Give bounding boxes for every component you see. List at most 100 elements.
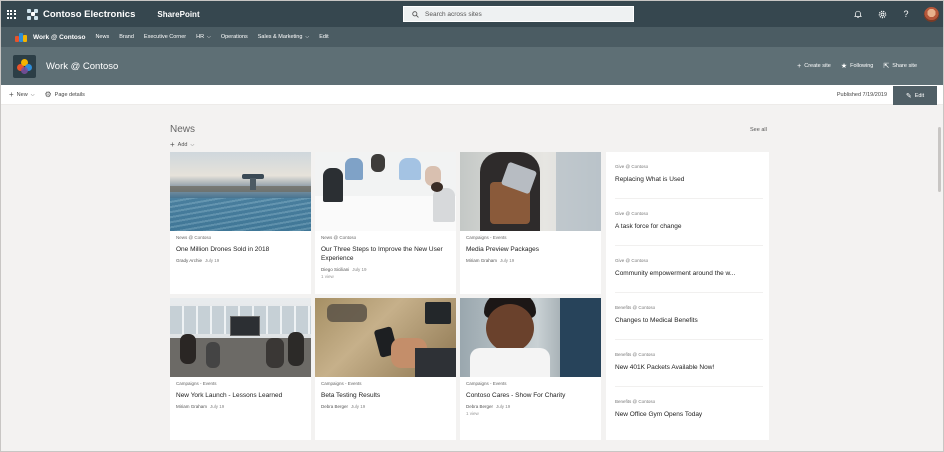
hub-nav-item-edit[interactable]: Edit (319, 34, 328, 40)
share-site-button[interactable]: ⇱ Share site (883, 62, 917, 70)
pencil-icon: ✎ (905, 92, 912, 100)
gear-icon[interactable] (870, 1, 894, 27)
bell-icon[interactable] (846, 1, 870, 27)
news-card[interactable]: Campaigns - Events Contoso Cares - Show … (460, 298, 601, 440)
hub-nav-item-hr[interactable]: HR ⌵ (196, 34, 211, 40)
news-card-image (315, 152, 456, 231)
hub-nav-label: Brand (119, 34, 134, 40)
share-site-label: Share site (892, 63, 917, 69)
side-news-item[interactable]: Give @ Contoso Community empowerment aro… (615, 258, 735, 277)
command-bar: + New ⌵ ⚙ Page details Published 7/19/2019 … (1, 85, 943, 105)
plus-icon: + (9, 90, 14, 99)
suite-bar: Contoso Electronics SharePoint Search ac… (1, 1, 943, 27)
news-card-byline: Debra Berger July 19 (321, 404, 450, 409)
news-card-title[interactable]: Media Preview Packages (466, 246, 595, 255)
hub-nav-label: HR (196, 34, 205, 40)
news-card-author: Diego Siciliani (321, 266, 350, 272)
divider (615, 198, 763, 199)
news-card[interactable]: Campaigns - Events Media Preview Package… (460, 152, 601, 294)
hub-nav-label: Operations (220, 34, 248, 40)
plus-icon: + (797, 62, 802, 70)
news-card-title[interactable]: Contoso Cares - Show For Charity (466, 392, 595, 401)
site-logo-icon[interactable] (13, 54, 36, 78)
side-news-category: Give @ Contoso (615, 258, 649, 263)
side-news-category: Benefits @ Contoso (615, 305, 656, 310)
side-news-item[interactable]: Give @ Contoso A task force for change (615, 211, 681, 230)
create-site-button[interactable]: + Create site (797, 63, 831, 70)
news-card-title[interactable]: One Million Drones Sold in 2018 (176, 246, 305, 255)
news-card[interactable]: Campaigns - Events Beta Testing Results … (315, 298, 456, 440)
hub-nav-item-news[interactable]: News (95, 34, 109, 40)
search-box[interactable]: Search across sites (403, 6, 634, 22)
news-card-title[interactable]: Beta Testing Results (321, 392, 450, 401)
page-content: News See all + Add ⌵ News @ Contoso One Mi… (1, 105, 943, 451)
chevron-down-icon: ⌵ (30, 91, 35, 98)
news-card-byline: Miriam Graham July 19 (176, 404, 305, 409)
following-label: Following (850, 63, 874, 69)
side-news-item[interactable]: Benefits @ Contoso New Office Gym Opens … (615, 399, 702, 418)
side-news-title[interactable]: Replacing What is Used (615, 176, 684, 183)
new-label: New (16, 91, 28, 98)
news-card[interactable]: Campaigns - Events New York Launch - Les… (170, 298, 311, 440)
hub-nav-label: Executive Corner (143, 34, 187, 40)
side-news-item[interactable]: Benefits @ Contoso Changes to Medical Be… (615, 305, 698, 324)
news-card-views: 1 view (466, 410, 479, 416)
side-news-item[interactable]: Give @ Contoso Replacing What is Used (615, 164, 684, 183)
news-card-author: Miriam Graham (466, 257, 498, 263)
news-card-byline: Miriam Graham July 19 (466, 258, 595, 263)
scrollbar-thumb[interactable] (938, 127, 941, 192)
chevron-down-icon: ⌵ (207, 34, 211, 40)
side-news-category: Give @ Contoso (615, 211, 649, 216)
news-card-category: News @ Contoso (321, 235, 357, 240)
news-card-category: Campaigns - Events (176, 381, 217, 386)
app-launcher-icon[interactable] (3, 1, 19, 27)
news-card-date: July 19 (500, 257, 515, 263)
news-side-list: Give @ Contoso Replacing What is Used Gi… (606, 152, 769, 440)
news-card-author: Miriam Graham (176, 403, 208, 409)
side-news-title[interactable]: New Office Gym Opens Today (615, 411, 702, 418)
news-card-title[interactable]: New York Launch - Lessons Learned (176, 392, 305, 401)
hub-nav-item-executive-corner[interactable]: Executive Corner (144, 34, 186, 40)
side-news-title[interactable]: Community empowerment around the w... (615, 270, 735, 277)
avatar[interactable] (924, 6, 939, 22)
star-icon: ★ (840, 63, 848, 70)
gear-icon: ⚙ (44, 90, 52, 99)
sharepoint-window: Contoso Electronics SharePoint Search ac… (0, 0, 944, 452)
search-placeholder: Search across sites (425, 10, 482, 18)
side-news-category: Benefits @ Contoso (615, 352, 656, 357)
hub-nav-item-operations[interactable]: Operations (221, 34, 248, 40)
news-card-date: July 19 (205, 257, 220, 263)
help-icon[interactable]: ? (894, 1, 918, 27)
news-card-category: Campaigns - Events (466, 235, 507, 240)
following-button[interactable]: ★ Following (841, 62, 874, 70)
see-all-link[interactable]: See all (750, 127, 767, 133)
page-details-button[interactable]: ⚙ Page details (44, 90, 84, 99)
news-card-author: Debra Berger (466, 403, 494, 409)
divider (615, 245, 763, 246)
news-card-byline: Debra Berger July 19 (466, 404, 595, 409)
hub-nav-item-sales-marketing[interactable]: Sales & Marketing ⌵ (258, 34, 309, 40)
hub-title[interactable]: Work @ Contoso (33, 34, 85, 41)
org-name[interactable]: Contoso Electronics (43, 9, 135, 20)
news-card-image (460, 152, 601, 231)
side-news-title[interactable]: New 401K Packets Available Now! (615, 364, 714, 371)
side-news-title[interactable]: Changes to Medical Benefits (615, 317, 698, 324)
edit-button[interactable]: ✎ Edit (893, 86, 937, 105)
org-logo-icon (27, 8, 38, 20)
news-card-date: July 19 (351, 403, 366, 409)
add-news-button[interactable]: + Add ⌵ (170, 140, 194, 149)
side-news-category: Give @ Contoso (615, 164, 649, 169)
news-card[interactable]: News @ Contoso One Million Drones Sold i… (170, 152, 311, 294)
hub-nav-item-brand[interactable]: Brand (119, 34, 134, 40)
side-news-item[interactable]: Benefits @ Contoso New 401K Packets Avai… (615, 352, 714, 371)
new-button[interactable]: + New ⌵ (9, 90, 34, 99)
news-card[interactable]: News @ Contoso Our Three Steps to Improv… (315, 152, 456, 294)
news-card-title[interactable]: Our Three Steps to Improve the New User … (321, 246, 450, 264)
news-card-image (170, 298, 311, 377)
news-section-title: News (170, 124, 196, 135)
news-card-author: Debra Berger (321, 403, 349, 409)
side-news-title[interactable]: A task force for change (615, 223, 681, 230)
app-name[interactable]: SharePoint (157, 10, 199, 19)
page-details-label: Page details (54, 91, 85, 98)
site-title[interactable]: Work @ Contoso (46, 61, 118, 72)
